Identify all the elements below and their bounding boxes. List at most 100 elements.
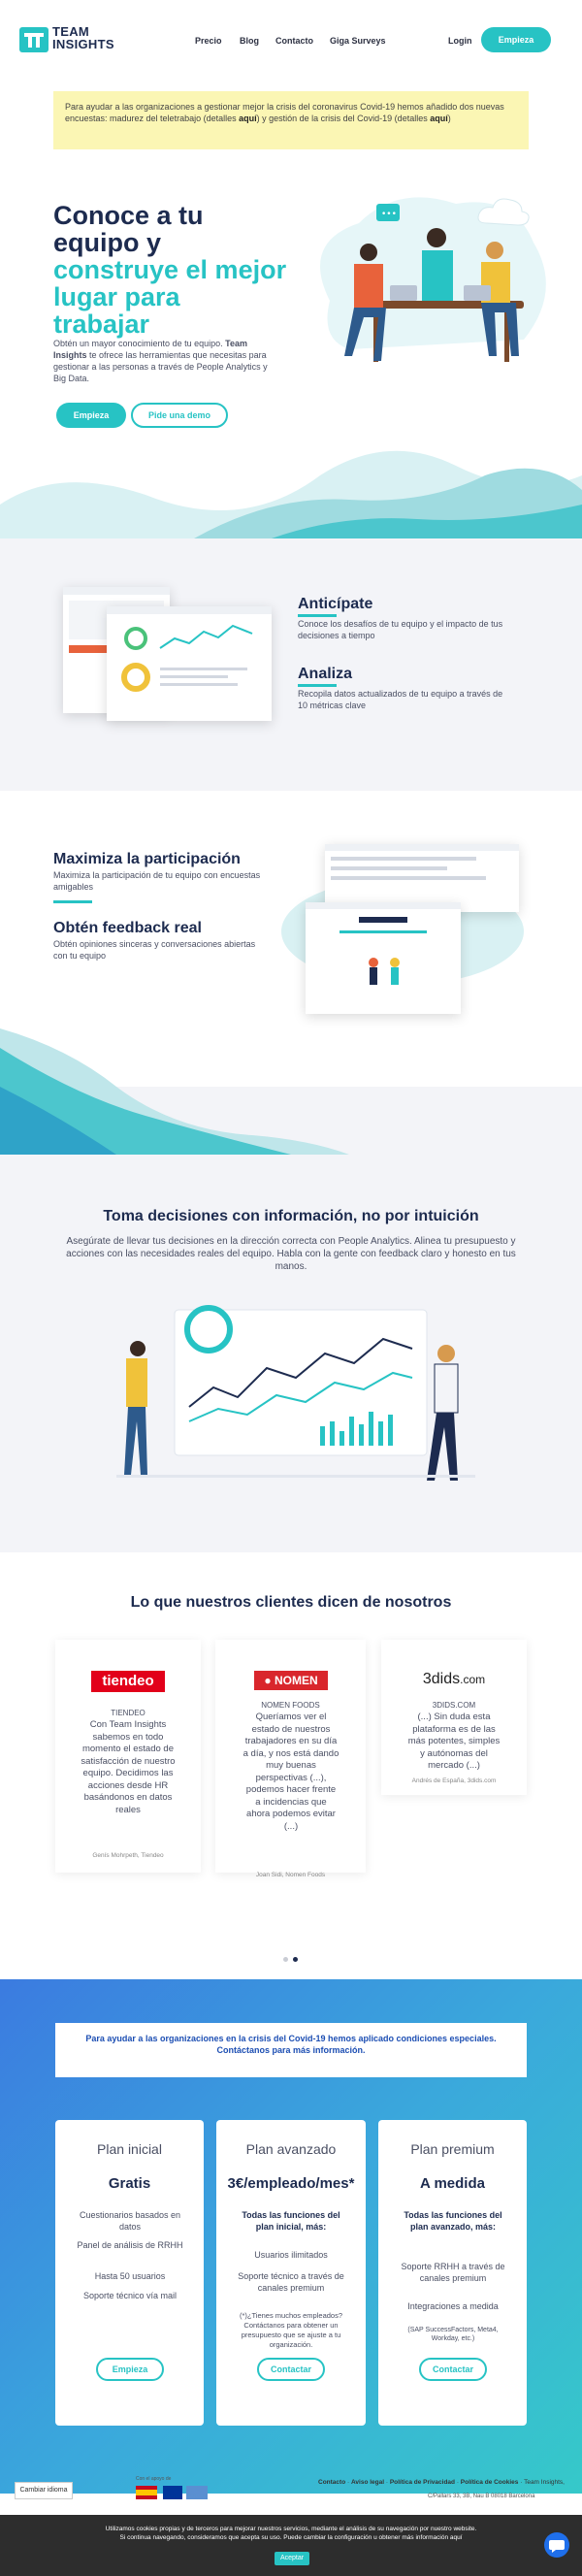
carousel-dot-active[interactable] [293,1957,298,1962]
feature-divider [298,684,337,687]
plan-feature: Hasta 50 usuarios [94,2271,166,2281]
eu-funding-logos [136,2484,209,2501]
plan-note: (SAP SuccessFactors, Meta4, Workday, etc… [407,2327,499,2342]
hero-description: Obtén un mayor conocimiento de tu equipo… [53,338,276,384]
hero-desc-text: Obtén un mayor conocimiento de tu equipo… [53,339,226,348]
testimonial-card: 3dids.com 3DIDS.COM (...) Sin duda esta … [381,1640,527,1795]
notice-text-3: ) [447,114,451,123]
plan-name: Plan avanzado [245,2141,337,2157]
feature-analyze-title: Analiza [298,666,353,682]
nomen-logo-icon: ● [264,1674,275,1687]
pricing-card-premium: Plan premium A medida Todas las funcione… [378,2120,527,2426]
survey-question-screenshot [306,902,461,1014]
notice-text-2: ) y gestión de la crisis del Covid-19 (d… [256,114,431,123]
3dids-logo-suffix: .com [460,1673,486,1686]
testimonial-company: 3DIDS.COM [432,1701,476,1710]
footer-link-privacidad[interactable]: Política de Privacidad [390,2479,455,2486]
cloud-icon [477,198,530,226]
hero-start-button[interactable]: Empieza [56,403,126,428]
cookie-text: Utilizamos cookies propias y de terceros… [58,2525,524,2542]
survey-illustration-icon [340,917,427,985]
decisions-text: Asegúrate de llevar tus decisiones en la… [66,1236,516,1272]
analytics-presentation-illustration [124,1305,459,1481]
cookie-text-line: Si continua navegando, consideramos que … [119,2534,463,2541]
carousel-dot[interactable] [283,1957,288,1962]
dashboard-screenshot-front [107,606,272,721]
feature-feedback-text: Obtén opiniones sinceras y conversacione… [53,939,256,961]
feature-divider [298,614,337,617]
nav-item-blog[interactable]: Blog [240,36,259,46]
logo-line-2: INSIGHTS [52,37,114,51]
decisions-wave-decoration [0,1028,582,1155]
plan-premium-contact-button[interactable]: Contactar [419,2358,487,2381]
header-start-button[interactable]: Empieza [481,27,551,52]
nav-item-precio[interactable]: Precio [195,36,222,46]
chat-widget-button[interactable] [544,2532,569,2558]
hero-title: Conoce a tu equipo y construye el mejor … [53,202,306,338]
feature-anticipate-text: Conoce los desafíos de tu equipo y el im… [298,619,503,640]
plan-feature: Panel de análisis de RRHH [77,2240,183,2250]
floor-line [116,1475,475,1478]
plan-feature: Usuarios ilimitados [254,2250,328,2260]
feature-participation-title: Maximiza la participación [53,851,241,867]
login-link[interactable]: Login [448,36,472,46]
testimonial-quote: (...) Sin duda esta plataforma es de las… [407,1712,501,1771]
eu-flag-icon [163,2486,182,2499]
accept-cookies-button[interactable]: Aceptar [275,2552,309,2565]
decisions-title: Toma decisiones con información, no por … [103,1208,479,1224]
plan-feature: Integraciones a medida [407,2301,499,2311]
footer-company: Team Insights, [524,2479,565,2486]
nav-item-giga-surveys[interactable]: Giga Surveys [330,36,386,46]
feature-anticipate-title: Anticípate [298,596,373,612]
testimonial-company: TIENDEO [111,1709,146,1717]
covid-banner-line: Para ayudar a las organizaciones en la c… [85,2034,497,2043]
hero-title-line: equipo y [53,228,162,257]
plan-price: Gratis [108,2175,151,2192]
notice-link-1[interactable]: aquí [239,114,257,123]
testimonial-card: tiendeo TIENDEO Con Team Insights sabemo… [55,1640,201,1873]
testimonial-card: ● NOMEN NOMEN FOODS Queríamos ver el est… [215,1640,366,1878]
cookie-text-line: Utilizamos cookies propias y de terceros… [105,2526,477,2532]
notice-link-2[interactable]: aquí [430,114,448,123]
funded-by-label: Con el apoyo de [136,2476,172,2482]
testimonial-author: Joan Sidi, Nomen Foods [255,1872,326,1878]
plan-name: Plan inicial [97,2141,162,2157]
nav-item-contacto[interactable]: Contacto [275,36,313,46]
hero-title-line: construye el mejor [53,255,287,284]
hero-title-line: trabajar [53,310,150,339]
plan-note: (*)¿Tienes muchos empleados? Contáctanos… [239,2311,343,2349]
footer-link-aviso-legal[interactable]: Aviso legal [351,2479,384,2486]
hero-wave-decoration [0,450,582,538]
testimonials-title: Lo que nuestros clientes dicen de nosotr… [130,1594,452,1611]
plan-feature: Cuestionarios basados en datos [79,2210,181,2232]
testimonial-quote: Con Team Insights sabemos en todo moment… [81,1719,176,1815]
site-header: TEAM INSIGHTS Precio Blog Contacto Giga … [0,0,582,78]
funding-logo-icon [186,2486,208,2499]
plan-feature: Soporte técnico vía mail [82,2291,178,2300]
team-insights-logo-icon[interactable] [19,27,48,52]
covid-pricing-banner: Para ayudar a las organizaciones en la c… [55,2023,527,2077]
dashboard-charts-icon [121,624,253,692]
pricing-card-advanced: Plan avanzado 3€/empleado/mes* Todas las… [216,2120,366,2426]
feature-participation-text: Maximiza la participación de tu equipo c… [53,870,261,892]
plan-price: A medida [420,2175,485,2192]
hero-title-line: Conoce a tu [53,201,204,230]
tiendeo-logo: tiendeo [91,1671,165,1692]
logo-text[interactable]: TEAM INSIGHTS [52,25,114,50]
testimonial-author: Andrés de España, 3dids.com [411,1777,497,1784]
nomen-logo-text: NOMEN [274,1674,318,1687]
change-language-button[interactable]: Cambiar idioma [15,2482,73,2499]
request-demo-button[interactable]: Pide una demo [131,403,228,428]
footer-link-contacto[interactable]: Contacto [318,2479,345,2486]
feature-divider [53,900,92,903]
footer-link-cookies[interactable]: Política de Cookies [461,2479,519,2486]
nomen-logo: ● NOMEN [254,1671,328,1690]
plan-price: 3€/empleado/mes* [227,2175,355,2192]
plan-advanced-contact-button[interactable]: Contactar [257,2358,325,2381]
plan-initial-start-button[interactable]: Empieza [96,2358,164,2381]
plan-intro: Todas las funciones del plan inicial, má… [242,2210,340,2232]
hero-title-line: lugar para [53,282,180,311]
testimonial-author: Genís Mohrpeth, Tiendeo [92,1852,164,1859]
covid-notice: Para ayudar a las organizaciones a gesti… [53,91,529,149]
footer-address: C/Pallars 33, 3B, Nau B 08018 Barcelona [428,2494,535,2499]
